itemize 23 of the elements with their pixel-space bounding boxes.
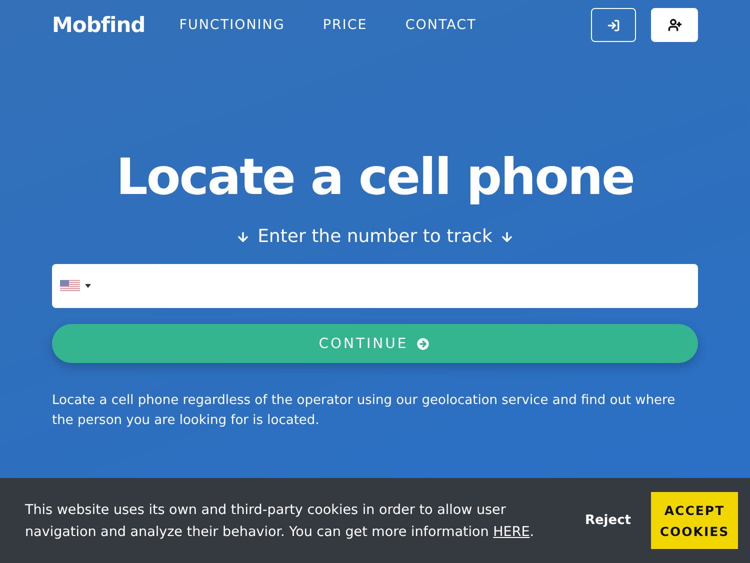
continue-button[interactable]: CONTINUE — [52, 324, 698, 363]
login-icon — [607, 18, 620, 32]
arrow-down-icon — [500, 230, 514, 244]
more-info-link[interactable]: HERE — [493, 524, 530, 540]
arrow-right-icon — [415, 336, 432, 352]
flag-icon — [60, 280, 80, 292]
nav-link[interactable]: PRICE — [322, 17, 368, 33]
reject-button[interactable]: Reject — [578, 512, 637, 529]
nav-link[interactable]: CONTACT — [405, 17, 476, 33]
register-button[interactable] — [651, 8, 698, 42]
caret-icon — [85, 284, 91, 288]
nav-link[interactable]: FUNCTIONING — [179, 17, 285, 33]
accept-cookies-button[interactable]: ACCEPT COOKIES — [651, 492, 738, 549]
country-selector[interactable] — [60, 280, 91, 292]
user-plus-icon — [668, 18, 682, 32]
hero-subtitle: Enter the number to track — [258, 226, 492, 247]
arrow-down-icon — [236, 230, 250, 244]
phone-input-field[interactable] — [52, 264, 698, 308]
hero-title: Locate a cell phone — [116, 148, 634, 206]
login-button[interactable] — [591, 8, 636, 42]
cookie-notice: This website uses its own and third-party cookies in order to allow user navigation and analyze their behavior. You can get more information HERE. — [25, 500, 536, 542]
logo[interactable]: Mobfind — [52, 13, 146, 37]
hero-description: Locate a cell phone regardless of the operator using our geolocation service and find out where the person you are looking for is located. — [52, 392, 676, 430]
